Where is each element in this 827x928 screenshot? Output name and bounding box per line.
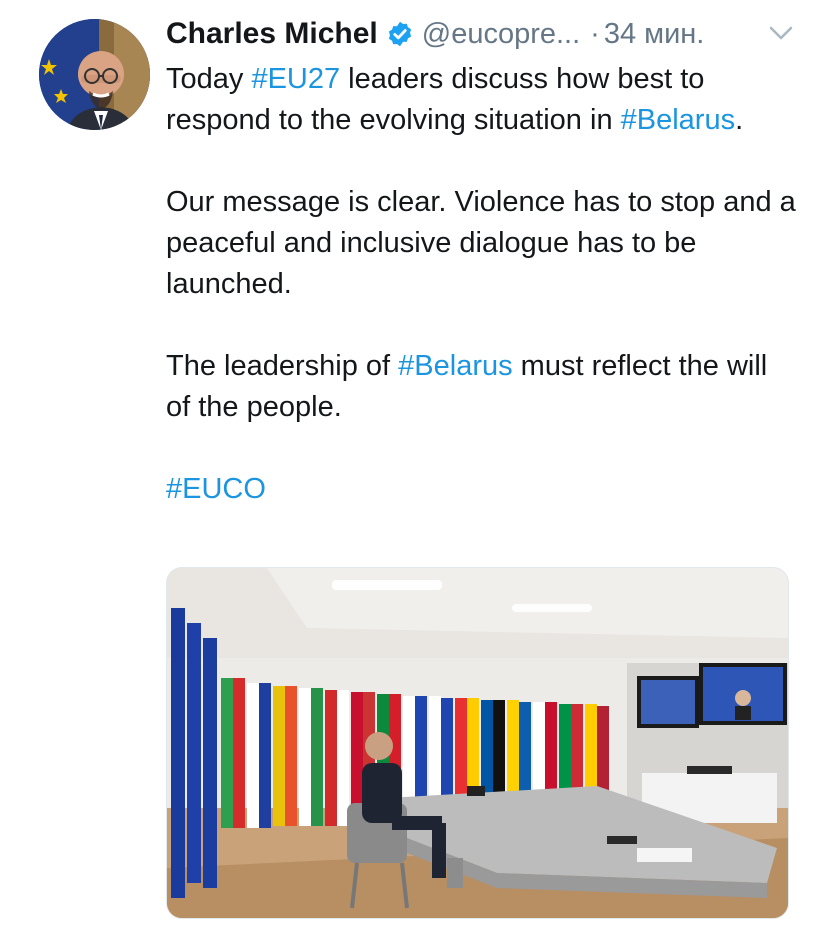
tweet-timestamp[interactable]: 34 мин.	[604, 18, 705, 51]
avatar[interactable]	[39, 19, 150, 130]
conference-room-photo	[167, 568, 788, 918]
text-segment: Today	[166, 63, 252, 95]
tweet-card[interactable]: Charles Michel @eucopre... · 34 мин. Tod…	[0, 0, 827, 928]
tweet-paragraph-2: Our message is clear. Violence has to st…	[166, 186, 796, 300]
hashtag-link-belarus[interactable]: #Belarus	[621, 104, 735, 136]
tweet-text: Today #EU27 leaders discuss how best to …	[166, 59, 796, 510]
author-name[interactable]: Charles Michel	[166, 17, 378, 51]
verified-badge-icon	[386, 20, 414, 48]
text-segment: .	[735, 104, 744, 136]
tweet-header: Charles Michel @eucopre... · 34 мин.	[166, 14, 796, 54]
text-segment: The leadership of	[166, 350, 399, 382]
hashtag-link-euco[interactable]: #EUCO	[166, 473, 266, 505]
avatar-photo	[39, 19, 150, 130]
tweet-paragraph-1: Today #EU27 leaders discuss how best to …	[166, 59, 796, 141]
tweet-paragraph-3: The leadership of #Belarus must reflect …	[166, 346, 796, 428]
hashtag-link-belarus[interactable]: #Belarus	[398, 350, 512, 382]
tweet-media-photo[interactable]	[166, 567, 789, 919]
time-separator: ·	[590, 17, 600, 50]
hashtag-link-eu27[interactable]: #EU27	[251, 63, 340, 95]
chevron-down-icon[interactable]	[768, 24, 794, 42]
author-handle[interactable]: @eucopre...	[422, 18, 580, 51]
tweet-paragraph-4: #EUCO	[166, 469, 796, 510]
